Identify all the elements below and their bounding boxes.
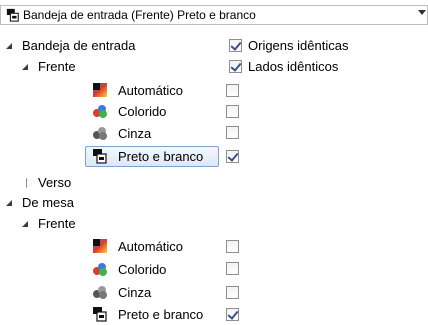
auto-mode-checkbox[interactable] (226, 84, 239, 97)
tree-node-input-tray-front[interactable]: Frente (0, 58, 220, 78)
identical-sides-checkbox[interactable] (229, 60, 242, 73)
tree-node-label: Bandeja de entrada (22, 38, 136, 53)
auto-mode-checkbox[interactable] (226, 240, 239, 253)
identical-sides-label: Lados idênticos (248, 59, 339, 74)
color-mode-checkbox[interactable] (226, 105, 239, 118)
expand-triangle-icon[interactable] (22, 64, 30, 72)
mode-label: Preto e branco (118, 307, 204, 322)
gray-mode-icon (93, 127, 107, 140)
mode-item-color[interactable]: Colorido (88, 260, 218, 280)
gray-mode-checkbox[interactable] (226, 126, 239, 139)
scan-settings-tree: Bandeja de entrada Origens idênticas Fre… (0, 0, 428, 324)
mode-item-bw[interactable]: Preto e branco (88, 305, 218, 325)
tree-node-label: De mesa (22, 195, 75, 210)
color-mode-checkbox[interactable] (226, 262, 239, 275)
gray-mode-icon (93, 286, 107, 299)
mode-label: Colorido (118, 262, 167, 277)
mode-label: Automático (118, 83, 184, 98)
mode-label: Cinza (118, 285, 152, 300)
bw-mode-icon (93, 149, 107, 164)
auto-mode-icon (93, 239, 107, 253)
color-mode-icon (93, 105, 107, 118)
mode-label: Preto e branco (118, 149, 204, 164)
bw-mode-checkbox[interactable] (226, 308, 239, 321)
gray-mode-checkbox[interactable] (226, 286, 239, 299)
mode-item-auto[interactable]: Automático (88, 81, 218, 101)
auto-mode-icon (93, 83, 107, 97)
expand-triangle-icon[interactable] (6, 200, 14, 208)
mode-item-auto[interactable]: Automático (88, 237, 218, 257)
mode-label: Automático (118, 239, 184, 254)
mode-label: Colorido (118, 104, 167, 119)
tree-node-label: Frente (38, 59, 76, 74)
mode-item-gray[interactable]: Cinza (88, 283, 218, 303)
identical-sources-label: Origens idênticas (248, 38, 349, 53)
tree-node-label: Verso (38, 175, 72, 190)
tree-node-flatbed[interactable]: De mesa (0, 194, 220, 214)
identical-sources-checkbox[interactable] (229, 39, 242, 52)
tree-node-label: Frente (38, 216, 76, 231)
expand-triangle-icon[interactable] (6, 43, 14, 51)
tree-node-input-tray[interactable]: Bandeja de entrada (0, 37, 220, 57)
mode-item-gray[interactable]: Cinza (88, 124, 218, 144)
bw-mode-checkbox[interactable] (226, 150, 239, 163)
expand-triangle-icon[interactable] (22, 221, 30, 229)
mode-item-color[interactable]: Colorido (88, 102, 218, 122)
tree-node-input-tray-back[interactable]: Verso (0, 174, 220, 194)
collapsed-triangle-icon[interactable] (26, 178, 34, 188)
color-mode-icon (93, 263, 107, 276)
bw-mode-icon (93, 307, 107, 322)
mode-item-bw-selected[interactable]: Preto e branco (88, 147, 218, 167)
tree-node-flatbed-front[interactable]: Frente (0, 215, 220, 235)
mode-label: Cinza (118, 126, 152, 141)
